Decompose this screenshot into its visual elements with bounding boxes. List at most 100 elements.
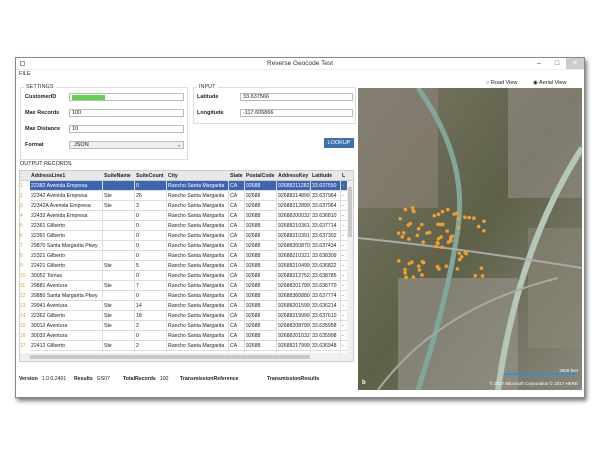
table-cell: 92688214899	[278, 191, 311, 201]
status-transmission-reference: TransmissionReference	[180, 376, 239, 382]
table-cell: 0	[135, 181, 167, 191]
map-marker	[437, 267, 441, 271]
table-cell: Ste	[103, 321, 135, 331]
table-row[interactable]: 13 29941 Aventura Ste 14 Rancho Santa Margar…	[20, 301, 353, 311]
table-cell: 7	[135, 281, 167, 291]
map-marker	[440, 209, 445, 214]
table-row[interactable]: 4 22432 Avenida Empresa 0 Rancho Santa Marg…	[20, 211, 353, 221]
minimize-button[interactable]: –	[530, 58, 548, 69]
table-row[interactable]: 6 22391 Gilberto 0 Rancho Santa Margarita CA…	[20, 231, 353, 241]
table-row[interactable]: 12 29880 Santa Margarita Pkwy 0 Rancho Sant…	[20, 291, 353, 301]
column-header[interactable]: Latitude	[311, 171, 341, 181]
table-row[interactable]: 16 30032 Aventura 0 Rancho Santa Margarita C…	[20, 331, 353, 341]
horizontal-scrollbar[interactable]	[20, 353, 353, 361]
table-cell: 92688211282	[278, 181, 311, 191]
table-cell: 92688	[245, 301, 277, 311]
maximize-button[interactable]: □	[548, 58, 566, 69]
table-cell: 33.637434	[311, 241, 341, 251]
status-version: Version 1.0.0.2401	[19, 376, 67, 382]
table-cell: 0	[135, 271, 167, 281]
map-marker	[467, 215, 471, 220]
window-title: Reverse Geocode Test	[267, 60, 333, 67]
menu-file[interactable]: FILE	[19, 71, 31, 77]
table-cell	[103, 181, 135, 191]
table-row[interactable]: 8 22321 Gilberto 0 Rancho Santa Margarita CA…	[20, 251, 353, 261]
table-cell: 92688	[245, 251, 277, 261]
map-marker	[463, 251, 468, 255]
latitude-field[interactable]: 33.637566	[240, 93, 353, 101]
table-cell: Rancho Santa Margarita	[167, 341, 229, 351]
longitude-field[interactable]: -117.606866	[240, 109, 353, 117]
table-cell: 14	[135, 301, 167, 311]
aerial-view-radio[interactable]: ◉ Aerial View	[533, 80, 566, 86]
row-number: 7	[20, 243, 23, 249]
row-number: 8	[20, 253, 23, 259]
table-cell: Rancho Santa Margarita	[167, 231, 229, 241]
column-header[interactable]: SuiteName	[103, 171, 135, 181]
format-select[interactable]: JSON ▾	[69, 141, 184, 149]
table-row[interactable]: 7 29870 Santa Margarita Pkwy 0 Rancho Santa…	[20, 241, 353, 251]
table-cell: 33.637714	[311, 221, 341, 231]
table-cell	[103, 271, 135, 281]
table-cell: Ste	[103, 191, 135, 201]
column-header[interactable]: AddressLine1	[30, 171, 103, 181]
table-cell: 29880 Santa Margarita Pkwy	[30, 291, 103, 301]
table-cell: 92688210499	[278, 261, 311, 271]
vertical-scrollbar[interactable]	[347, 181, 353, 353]
column-header[interactable]: L	[341, 171, 348, 181]
column-header[interactable]: State	[229, 171, 245, 181]
table-cell	[103, 231, 135, 241]
map-marker	[421, 240, 425, 244]
longitude-label: Longitude	[197, 110, 224, 116]
column-header[interactable]: PostalCode	[245, 171, 277, 181]
table-cell: 92688	[245, 291, 277, 301]
table-cell: 92688217999	[278, 341, 311, 351]
status-total-records: TotalRecords 100	[123, 376, 169, 382]
customer-id-field[interactable]	[69, 93, 184, 101]
road-view-radio[interactable]: ○ Road View	[486, 80, 517, 86]
table-row[interactable]: 17 22412 Gilberto Ste 2 Rancho Santa Margari…	[20, 341, 353, 351]
table-cell: Rancho Santa Margarita	[167, 191, 229, 201]
map-marker	[408, 221, 413, 226]
map-marker	[435, 240, 440, 245]
map-scale-label: 2500 feet	[559, 368, 578, 373]
close-button[interactable]: ✕	[566, 58, 584, 69]
table-row[interactable]: 5 22361 Gilberto 0 Rancho Santa Margarita CA…	[20, 221, 353, 231]
table-row[interactable]: 2 22342 Avenida Empresa Ste 26 Rancho Santa …	[20, 191, 353, 201]
map-marker	[432, 213, 437, 218]
aerial-map[interactable]: 2500 feet © 2017 Microsoft Corporation ©…	[358, 88, 582, 390]
map-marker	[401, 231, 406, 235]
lookup-button[interactable]: LOOKUP	[324, 138, 354, 148]
table-cell: CA	[229, 301, 245, 311]
table-row[interactable]: 3 22342A Avenida Empresa Ste 3 Rancho Santa …	[20, 201, 353, 211]
table-row[interactable]: 10 30052 Tomas 0 Rancho Santa Margarita CA 92…	[20, 271, 353, 281]
column-header[interactable]: AddressKey	[277, 171, 311, 181]
table-cell: 29941 Aventura	[30, 301, 103, 311]
output-records-legend: OUTPUT RECORDS	[20, 161, 72, 167]
table-cell	[103, 331, 135, 341]
table-cell: 22361 Gilberto	[30, 221, 103, 231]
max-records-field[interactable]: 100	[69, 109, 184, 117]
map-marker	[480, 274, 485, 278]
table-cell: 22412 Gilberto	[30, 341, 103, 351]
table-row[interactable]: 14 22362 Gilberto Ste 18 Rancho Santa Margar…	[20, 311, 353, 321]
table-cell: 26	[135, 191, 167, 201]
table-cell: 92688212899	[278, 201, 311, 211]
table-row[interactable]: 11 29881 Aventura Ste 7 Rancho Santa Margari…	[20, 281, 353, 291]
table-row[interactable]: 9 22421 Gilberto Ste 5 Rancho Santa Margarit…	[20, 261, 353, 271]
column-header[interactable]: SuiteCount	[135, 171, 167, 181]
table-cell: 22321 Gilberto	[30, 251, 103, 261]
table-row[interactable]: 1 22382 Avenida Empresa 0 Rancho Santa Marg…	[20, 181, 353, 191]
table-cell: 92688360870	[278, 241, 311, 251]
customer-id-label: CustomerID	[25, 94, 57, 100]
table-cell: 18	[135, 311, 167, 321]
table-cell: Ste	[103, 341, 135, 351]
table-row[interactable]: 15 30012 Aventura Ste 2 Rancho Santa Margari…	[20, 321, 353, 331]
max-distance-field[interactable]: 10	[69, 125, 184, 133]
input-legend: INPUT	[197, 84, 218, 90]
table-cell: 0	[135, 251, 167, 261]
row-number: 5	[20, 223, 23, 229]
redacted-value	[72, 95, 105, 100]
table-cell: Rancho Santa Margarita	[167, 261, 229, 271]
column-header[interactable]: City	[167, 171, 229, 181]
